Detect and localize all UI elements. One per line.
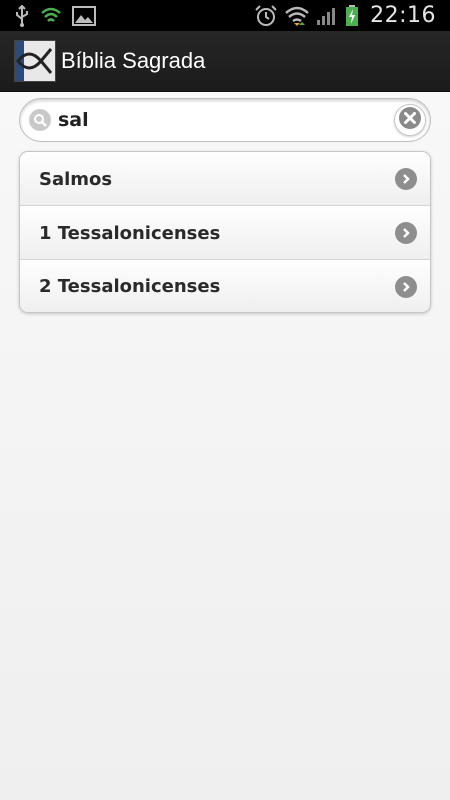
- chevron-right-icon: [395, 222, 417, 244]
- list-item-label: 2 Tessalonicenses: [39, 276, 221, 297]
- list-item-salmos[interactable]: Salmos: [20, 152, 430, 206]
- chevron-right-icon: [395, 168, 417, 190]
- ichthys-logo-icon: [14, 40, 56, 82]
- clear-search-button[interactable]: [394, 104, 426, 136]
- clear-icon: [398, 106, 422, 134]
- status-bar: 22:16: [0, 0, 450, 31]
- battery-charging-icon: [345, 4, 359, 27]
- list-item-2-tessalonicenses[interactable]: 2 Tessalonicenses: [20, 260, 430, 312]
- list-item-label: Salmos: [39, 168, 113, 190]
- usb-icon: [14, 4, 30, 27]
- search-bar: [19, 98, 431, 142]
- app-title: Bíblia Sagrada: [61, 48, 206, 73]
- cell-signal-icon: [316, 6, 338, 26]
- wifi-icon: [285, 5, 309, 27]
- wifi-signal-icon: [40, 6, 62, 26]
- results-list: Salmos 1 Tessalonicenses 2 Tessalonicens…: [19, 151, 431, 313]
- alarm-icon: [254, 4, 278, 27]
- gallery-icon: [72, 5, 96, 26]
- search-input[interactable]: [58, 109, 358, 131]
- chevron-right-icon: [395, 275, 417, 298]
- action-bar: Bíblia Sagrada: [0, 31, 450, 92]
- list-item-1-tessalonicenses[interactable]: 1 Tessalonicenses: [20, 206, 430, 260]
- clock: 22:16: [370, 3, 436, 28]
- search-icon: [29, 109, 51, 131]
- list-item-label: 1 Tessalonicenses: [39, 222, 221, 244]
